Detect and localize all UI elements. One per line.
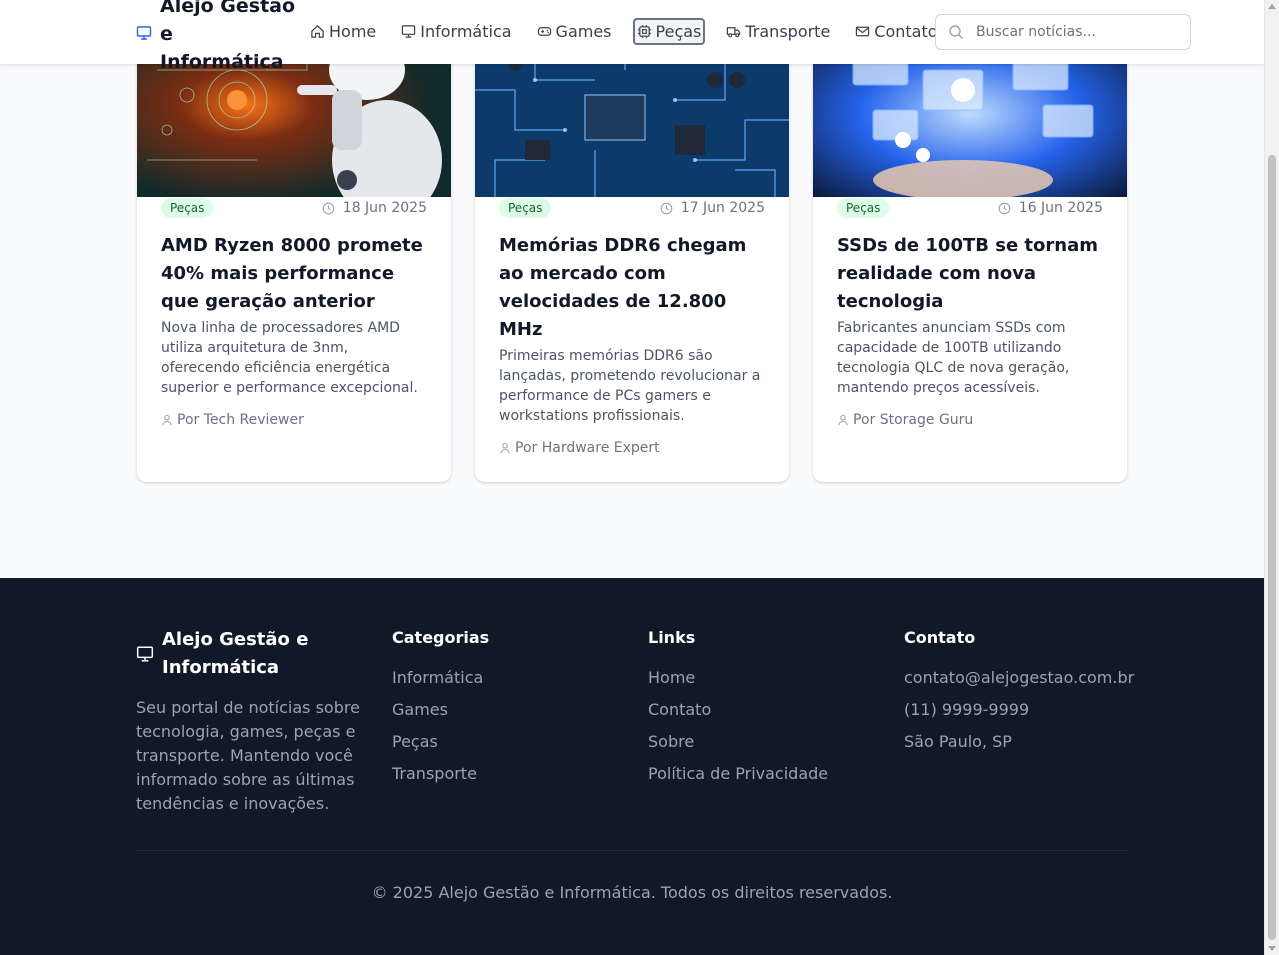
user-icon <box>162 414 172 426</box>
card-title[interactable]: AMD Ryzen 8000 promete 40% mais performa… <box>161 232 429 316</box>
nav-transporte[interactable]: Transporte <box>722 18 834 45</box>
clock-icon <box>660 202 673 214</box>
nav-label: Contato <box>874 22 938 41</box>
main-nav: Home Informática Games Peças Transporte … <box>306 18 959 45</box>
author-text: Por Tech Reviewer <box>177 412 304 428</box>
nav-contato[interactable]: Contato <box>851 18 941 45</box>
date: 18 Jun 2025 <box>322 200 427 216</box>
news-card[interactable]: Peças 17 Jun 2025 Memórias DDR6 chegam a… <box>475 30 789 482</box>
footer-contact: Contato contato@alejogestao.com.br (11) … <box>904 626 1134 762</box>
user-icon <box>838 414 848 426</box>
footer-divider <box>136 850 1128 851</box>
card-title[interactable]: SSDs de 100TB se tornam realidade com no… <box>837 232 1105 316</box>
brand-logo[interactable]: Alejo Gestão e Informática <box>136 0 296 76</box>
footer-contact-heading: Contato <box>904 628 976 647</box>
nav-label: Home <box>329 22 377 41</box>
card-description: Fabricantes anunciam SSDs com capacidade… <box>837 320 1070 396</box>
footer-link-sobre[interactable]: Sobre <box>648 730 828 754</box>
site-header: Alejo Gestão e Informática Home Informát… <box>0 0 1264 73</box>
author: Por Hardware Expert <box>499 440 767 456</box>
monitor-icon <box>136 646 154 662</box>
brand-name: Alejo Gestão e Informática <box>160 0 296 73</box>
search-input[interactable] <box>976 24 1176 40</box>
nav-label: Peças <box>655 22 702 41</box>
search-box[interactable] <box>935 14 1191 50</box>
card-title[interactable]: Memórias DDR6 chegam ao mercado com velo… <box>499 232 767 344</box>
date-text: 17 Jun 2025 <box>680 200 765 216</box>
card-description: Nova linha de processadores AMD utiliza … <box>161 320 418 396</box>
nav-label: Informática <box>420 22 512 41</box>
copyright: © 2025 Alejo Gestão e Informática. Todos… <box>371 883 893 902</box>
news-card[interactable]: Peças 16 Jun 2025 SSDs de 100TB se torna… <box>813 30 1127 482</box>
mail-icon <box>856 26 870 37</box>
date-text: 18 Jun 2025 <box>342 200 427 216</box>
footer-link-contato[interactable]: Contato <box>648 698 828 722</box>
nav-label: Games <box>555 22 612 41</box>
footer-categories: Categorias Informática Games Peças Trans… <box>392 626 489 794</box>
scroll-down-arrow-icon[interactable] <box>1268 946 1276 951</box>
footer-link-privacidade[interactable]: Política de Privacidade <box>648 762 828 786</box>
footer-link-home[interactable]: Home <box>648 666 828 690</box>
date-text: 16 Jun 2025 <box>1018 200 1103 216</box>
nav-pecas[interactable]: Peças <box>632 18 706 45</box>
nav-label: Transporte <box>745 22 831 41</box>
category-badge: Peças <box>837 198 890 218</box>
author: Por Storage Guru <box>837 412 1105 428</box>
footer-link-transporte[interactable]: Transporte <box>392 762 489 786</box>
home-icon <box>311 25 324 38</box>
clock-icon <box>998 202 1011 214</box>
author-text: Por Storage Guru <box>853 412 974 428</box>
user-icon <box>500 442 510 454</box>
footer-description: Seu portal de notícias sobre tecnologia,… <box>136 698 360 813</box>
footer-links-heading: Links <box>648 628 696 647</box>
monitor-icon <box>402 25 416 38</box>
news-card[interactable]: Peças 18 Jun 2025 AMD Ryzen 8000 promete… <box>137 30 451 482</box>
author-text: Por Hardware Expert <box>515 440 660 456</box>
footer-brand-name: Alejo Gestão e Informática <box>162 629 309 678</box>
category-badge: Peças <box>499 198 552 218</box>
date: 17 Jun 2025 <box>660 200 765 216</box>
page: Peças 18 Jun 2025 AMD Ryzen 8000 promete… <box>0 0 1264 955</box>
footer-about: Alejo Gestão e Informática Seu portal de… <box>136 626 368 816</box>
clock-icon <box>322 202 335 214</box>
search-icon <box>949 25 963 39</box>
footer-categories-heading: Categorias <box>392 628 490 647</box>
gamepad-icon <box>537 27 551 36</box>
footer-link-pecas[interactable]: Peças <box>392 730 489 754</box>
footer-links: Links Home Contato Sobre Política de Pri… <box>648 626 828 794</box>
monitor-icon <box>136 26 152 40</box>
site-footer: Alejo Gestão e Informática Seu portal de… <box>0 578 1264 955</box>
scroll-up-arrow-icon[interactable] <box>1268 4 1276 9</box>
footer-phone: (11) 9999-9999 <box>904 700 1030 719</box>
author: Por Tech Reviewer <box>161 412 429 428</box>
footer-location: São Paulo, SP <box>904 732 1012 751</box>
footer-email[interactable]: contato@alejogestao.com.br <box>904 666 1134 690</box>
footer-link-games[interactable]: Games <box>392 698 489 722</box>
category-badge: Peças <box>161 198 214 218</box>
card-description: Primeiras memórias DDR6 são lançadas, pr… <box>499 348 761 424</box>
footer-link-informatica[interactable]: Informática <box>392 666 489 690</box>
cpu-icon <box>637 24 651 39</box>
scrollbar-thumb[interactable] <box>1268 155 1276 940</box>
nav-games[interactable]: Games <box>533 18 616 45</box>
nav-home[interactable]: Home <box>306 18 380 45</box>
nav-informatica[interactable]: Informática <box>397 18 515 45</box>
date: 16 Jun 2025 <box>998 200 1103 216</box>
truck-icon <box>727 27 741 38</box>
vertical-scrollbar[interactable] <box>1264 0 1279 955</box>
footer-brand: Alejo Gestão e Informática <box>136 626 368 682</box>
